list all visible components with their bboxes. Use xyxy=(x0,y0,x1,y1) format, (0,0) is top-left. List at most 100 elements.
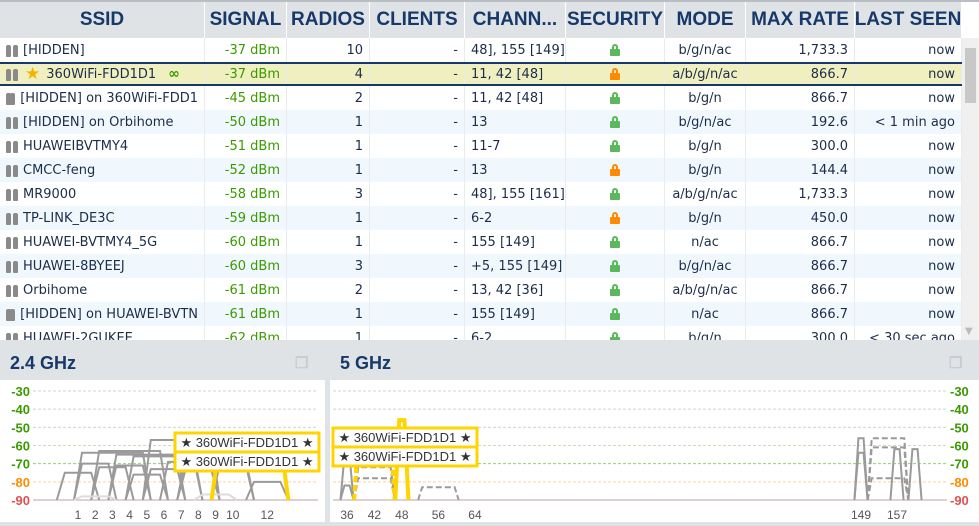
y-tick-label: -80 xyxy=(11,475,30,490)
clients-cell: - xyxy=(370,182,465,206)
table-row[interactable]: [HIDDEN] -37 dBm 10 -48], 155 [149] b/g/n/ac… xyxy=(0,38,962,62)
table-row[interactable]: TP-LINK_DE3C -59 dBm 1 -6-2 b/g/n 450.0 now xyxy=(0,206,962,230)
clients-cell: - xyxy=(370,38,465,62)
signal-text: -52 dBm xyxy=(224,162,280,178)
mode-text: n/ac xyxy=(691,234,719,250)
ssid-text: [HIDDEN] on HUAWEI-BVTN xyxy=(20,306,198,322)
signal-text: -61 dBm xyxy=(224,282,280,298)
column-header-8[interactable]: LAST SEEN xyxy=(855,2,962,38)
seen-cell: < 1 min ago xyxy=(855,110,962,134)
signal-text: -58 dBm xyxy=(224,186,280,202)
mode-text: b/g/n xyxy=(688,162,722,178)
rate-text: 866.7 xyxy=(810,258,848,274)
column-header-6[interactable]: MODE xyxy=(665,2,746,38)
network-curve xyxy=(193,493,238,501)
ssid-text: TP-LINK_DE3C xyxy=(23,210,115,226)
signal-text: -50 dBm xyxy=(224,114,280,130)
column-header-7[interactable]: MAX RATE xyxy=(746,2,855,38)
x-tick-label: 3 xyxy=(109,508,116,522)
table-row[interactable]: [HIDDEN] on 360WiFi-FDD1 -45 dBm 2 -11, 42 … xyxy=(0,86,962,110)
ssid-text: [HIDDEN] on Orbihome xyxy=(23,114,174,130)
column-header-3[interactable]: CLIENTS xyxy=(370,2,465,38)
table-row[interactable]: HUAWEIBVTMY4 -51 dBm 1 -11-7 b/g/n 300.0 now xyxy=(0,134,962,158)
column-header-0[interactable]: SSID xyxy=(0,2,205,38)
ssid-text: HUAWEI-BVTMY4_5G xyxy=(23,234,158,250)
x-tick-label: 4 xyxy=(126,508,133,522)
x-tick-label: 12 xyxy=(261,508,275,522)
lock-icon xyxy=(610,68,620,80)
mode-cell: n/ac xyxy=(665,302,746,326)
table-row[interactable]: [HIDDEN] on HUAWEI-BVTN -61 dBm 1 -155 [149… xyxy=(0,302,962,326)
copy-icon[interactable]: ❐ xyxy=(295,354,313,372)
binoculars-icon xyxy=(6,188,18,201)
binoculars-icon xyxy=(6,308,16,321)
x-tick-label: 42 xyxy=(368,508,382,522)
highlight-label: ★ 360WiFi-FDD1D1 ★ xyxy=(338,430,471,445)
lock-icon xyxy=(610,164,620,176)
network-curve xyxy=(889,448,905,501)
channel-cell: 11, 42 [48] xyxy=(465,86,566,110)
rate-cell: 1,733.3 xyxy=(746,182,855,206)
table-row[interactable]: [HIDDEN] on Orbihome -50 dBm 1 -13 b/g/n/ac 1… xyxy=(0,110,962,134)
channel-cell: 13, 42 [36] xyxy=(465,278,566,302)
mode-cell: a/b/g/n/ac xyxy=(665,278,746,302)
rate-cell: 866.7 xyxy=(746,64,855,84)
radios-text: 1 xyxy=(354,234,363,250)
channel-cell: 6-2 xyxy=(465,326,566,340)
seen-cell: now xyxy=(855,278,962,302)
ssid-text: Orbihome xyxy=(23,282,88,298)
connected-link-icon: ∞ xyxy=(168,66,180,82)
table-row[interactable]: ★ 360WiFi-FDD1D1 ∞ -37 dBm 4 -11, 42 [48] a/b/… xyxy=(0,62,962,86)
table-row[interactable]: CMCC-feng -52 dBm 1 -13 b/g/n 144.4 now xyxy=(0,158,962,182)
table-row[interactable]: HUAWEI-2GUKEE -62 dBm 1 - 6-2 b/g/n 300.0 < 30 … xyxy=(0,326,962,340)
column-header-1[interactable]: SIGNAL xyxy=(205,2,287,38)
ssid-text: MR9000 xyxy=(23,186,77,202)
radios-cell: 1 xyxy=(287,230,370,254)
x-tick-label: 157 xyxy=(887,508,907,522)
mode-text: a/b/g/n/ac xyxy=(672,186,738,202)
rate-text: 866.7 xyxy=(810,306,848,322)
ssid-text: HUAWEI-8BYEEJ xyxy=(23,258,125,274)
radios-text: 4 xyxy=(354,66,363,82)
mode-cell: a/b/g/n/ac xyxy=(665,64,746,84)
signal-cell: -62 dBm xyxy=(205,326,287,340)
column-header-4[interactable]: CHANN... xyxy=(465,2,566,38)
security-cell xyxy=(566,158,665,182)
mode-cell: n/ac xyxy=(665,230,746,254)
signal-cell: -58 dBm xyxy=(205,182,287,206)
scrollbar-thumb[interactable] xyxy=(965,48,976,103)
radios-cell: 3 xyxy=(287,182,370,206)
table-row[interactable]: HUAWEI-8BYEEJ -60 dBm 3 - +5, 155 [149] b/g/n… xyxy=(0,254,962,278)
table-row[interactable]: HUAWEI-BVTMY4_5G -60 dBm 1 -155 [149] n/ac 86… xyxy=(0,230,962,254)
ssid-cell: MR9000 xyxy=(0,182,205,206)
seen-cell: now xyxy=(855,64,962,84)
lock-icon xyxy=(610,212,620,224)
vertical-scrollbar[interactable]: ▼ xyxy=(962,38,979,340)
rate-text: 866.7 xyxy=(810,282,848,298)
channel-cell: 11, 42 [48] xyxy=(465,64,566,84)
channel-text: 13, 42 [36] xyxy=(471,282,544,298)
radios-text: 1 xyxy=(354,330,363,341)
ssid-cell: [HIDDEN] on 360WiFi-FDD1 xyxy=(0,86,205,110)
clients-text: - xyxy=(453,42,458,58)
copy-icon[interactable]: ❐ xyxy=(949,354,967,372)
channel-text: +5, 155 [149] xyxy=(471,258,563,274)
star-icon[interactable]: ★ xyxy=(25,64,40,84)
mode-text: b/g/n xyxy=(688,138,722,154)
signal-cell: -61 dBm xyxy=(205,278,287,302)
rate-cell: 866.7 xyxy=(746,278,855,302)
table-row[interactable]: Orbihome -61 dBm 2 -13, 42 [36] a/b/g/n/ac 86… xyxy=(0,278,962,302)
channel-cell: 48], 155 [161] xyxy=(465,182,566,206)
column-header-5[interactable]: SECURITY xyxy=(566,2,665,38)
channel-text: 155 [149] xyxy=(471,306,535,322)
channel-text: 13 xyxy=(471,114,488,130)
radios-text: 1 xyxy=(354,114,363,130)
seen-text: now xyxy=(928,306,955,322)
x-tick-label: 1 xyxy=(75,508,82,522)
binoculars-icon xyxy=(6,332,18,340)
signal-cell: -37 dBm xyxy=(205,38,287,62)
table-row[interactable]: MR9000 -58 dBm 3 -48], 155 [161] a/b/g/n/ac 1… xyxy=(0,182,962,206)
scroll-down-arrow-icon[interactable]: ▼ xyxy=(965,326,973,337)
y-tick-label: -60 xyxy=(950,439,969,454)
column-header-2[interactable]: RADIOS xyxy=(287,2,370,38)
